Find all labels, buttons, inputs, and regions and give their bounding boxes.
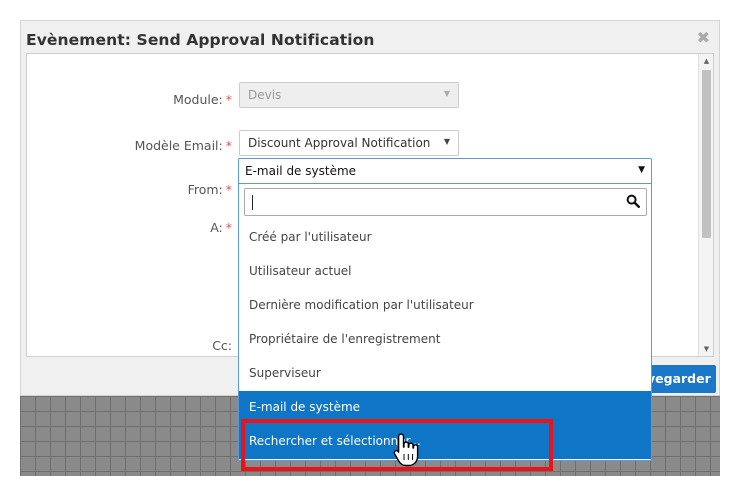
- required-mark: *: [225, 182, 232, 197]
- module-label: Module: *: [173, 92, 232, 107]
- screen: Evènement: Send Approval Notification ✖ …: [0, 0, 740, 497]
- chevron-down-icon: ▼: [443, 137, 450, 146]
- from-label: From: *: [187, 182, 232, 197]
- required-mark: *: [225, 138, 232, 153]
- save-button[interactable]: vegarder: [645, 365, 716, 393]
- dropdown-option[interactable]: Dernière modification par l'utilisateur: [239, 289, 651, 323]
- chevron-down-icon: ▼: [443, 89, 450, 98]
- scroll-down-icon[interactable]: ▼: [699, 342, 713, 356]
- cc-label: Cc:: [212, 338, 232, 353]
- template-label: Modèle Email: *: [134, 138, 232, 153]
- module-value: Devis: [248, 88, 282, 102]
- dialog-title: Evènement: Send Approval Notification: [26, 31, 375, 49]
- email-template-select[interactable]: Discount Approval Notification ▼: [239, 130, 459, 156]
- from-select[interactable]: E-mail de système ▼: [238, 158, 652, 184]
- module-select[interactable]: Devis ▼: [239, 82, 459, 108]
- vertical-scrollbar[interactable]: ▲ ▼: [698, 54, 713, 356]
- dropdown-option[interactable]: Utilisateur actuel: [239, 255, 651, 289]
- dropdown-option[interactable]: Propriétaire de l'enregistrement: [239, 323, 651, 357]
- template-value: Discount Approval Notification: [248, 136, 431, 150]
- chevron-down-icon: ▼: [638, 165, 645, 175]
- dropdown-search-input[interactable]: [249, 192, 619, 212]
- dropdown-search[interactable]: [244, 188, 647, 216]
- scroll-up-icon[interactable]: ▲: [699, 54, 713, 68]
- hand-pointer-icon: [393, 433, 419, 467]
- to-label: A: *: [210, 220, 232, 235]
- close-icon[interactable]: ✖: [697, 28, 710, 47]
- scroll-thumb[interactable]: [702, 70, 711, 238]
- dropdown-option[interactable]: Créé par l'utilisateur: [239, 221, 651, 255]
- from-value: E-mail de système: [245, 164, 357, 178]
- dropdown-option[interactable]: Superviseur: [239, 357, 651, 391]
- search-icon: [626, 194, 640, 208]
- text-cursor: [252, 195, 253, 210]
- required-mark: *: [225, 220, 232, 235]
- required-mark: *: [225, 92, 232, 107]
